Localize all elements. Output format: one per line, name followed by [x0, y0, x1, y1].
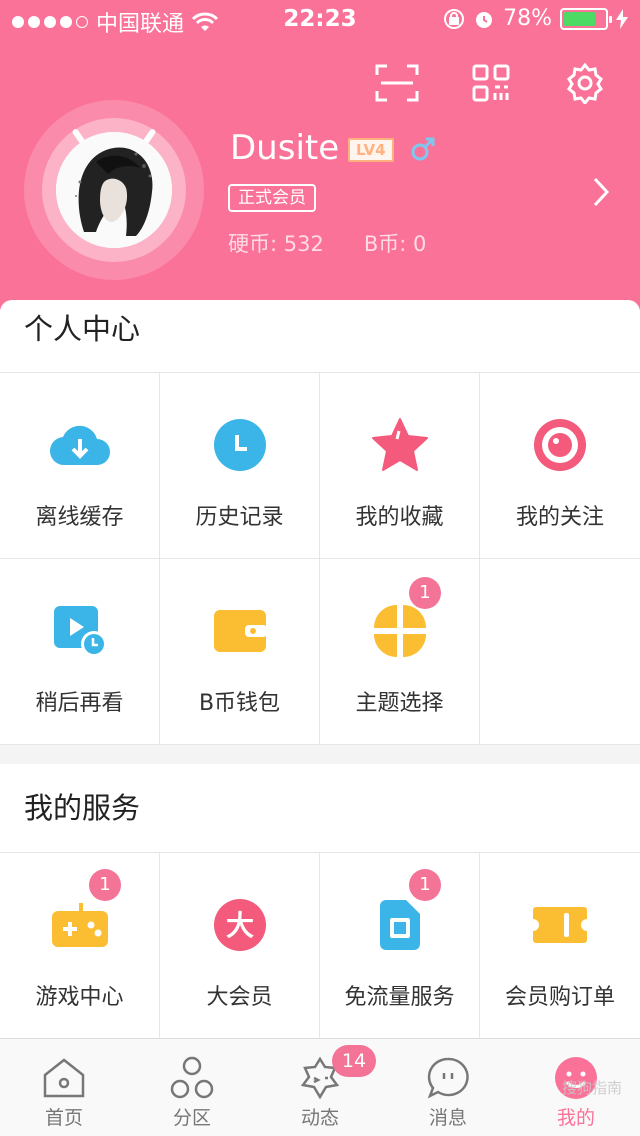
game-center-item[interactable]: 1 游戏中心: [0, 853, 160, 1039]
tab-messages[interactable]: 消息: [384, 1039, 512, 1136]
status-bar: 中国联通 22:23 78%: [0, 0, 640, 40]
battery-percent: 78%: [503, 6, 552, 31]
favorites-item[interactable]: 我的收藏: [320, 373, 480, 559]
vip-icon: 大: [208, 893, 272, 957]
big-vip-item[interactable]: 大 大会员: [160, 853, 320, 1039]
level-badge: LV4: [348, 138, 394, 162]
section-title: 个人中心: [24, 312, 141, 346]
personal-center-grid: 离线缓存 历史记录 我的收藏 我的关注 稍后再看 B币钱包 1 主题选择: [0, 372, 640, 745]
history-item[interactable]: 历史记录: [160, 373, 320, 559]
tab-category[interactable]: 分区: [128, 1039, 256, 1136]
battery-icon: [560, 7, 612, 30]
watermark: 搜狗指南: [561, 1079, 622, 1097]
bcoin-count: B币: 0: [363, 232, 427, 256]
battery-fill: [564, 11, 596, 26]
my-services-grid: 1 游戏中心 大 大会员 1 免流量服务 会员购订单: [0, 852, 640, 1039]
sim-card-icon: [368, 893, 432, 957]
coin-count: 硬币: 532: [228, 232, 324, 256]
free-data-item[interactable]: 1 免流量服务: [320, 853, 480, 1039]
avatar-frame[interactable]: [24, 100, 204, 280]
male-gender-icon: [410, 136, 436, 166]
tab-home[interactable]: 首页: [0, 1039, 128, 1136]
target-icon: [528, 413, 592, 477]
wallet-icon: [208, 599, 272, 663]
empty-cell: [480, 559, 640, 745]
gamepad-icon: [48, 893, 112, 957]
clock-icon: [208, 413, 272, 477]
message-icon: [425, 1055, 471, 1101]
following-item[interactable]: 我的关注: [480, 373, 640, 559]
rotation-lock-icon: [444, 8, 465, 29]
notification-badge: 1: [89, 869, 121, 901]
feed-count-badge: 14: [332, 1045, 376, 1077]
watch-later-icon: [48, 599, 112, 663]
offline-cache-item[interactable]: 离线缓存: [0, 373, 160, 559]
bcoin-wallet-item[interactable]: B币钱包: [160, 559, 320, 745]
cloud-download-icon: [48, 413, 112, 477]
wallet-summary: 硬币: 532 B币: 0: [228, 228, 426, 258]
member-order-item[interactable]: 会员购订单: [480, 853, 640, 1039]
notification-badge: 1: [409, 577, 441, 609]
chevron-right-icon[interactable]: [592, 176, 610, 212]
theme-item[interactable]: 1 主题选择: [320, 559, 480, 745]
screen: Dusite LV4 正式会员 硬币: 532 B币: 0 中国联通 22:23…: [0, 0, 640, 1136]
profile-header: Dusite LV4 正式会员 硬币: 532 B币: 0: [0, 0, 640, 310]
watch-later-item[interactable]: 稍后再看: [0, 559, 160, 745]
notification-badge: 1: [409, 869, 441, 901]
header-actions: [374, 60, 608, 106]
qrcode-icon[interactable]: [468, 60, 514, 106]
star-icon: [368, 413, 432, 477]
section-title: 我的服务: [24, 791, 141, 825]
home-icon: [41, 1055, 87, 1101]
tab-mine[interactable]: 我的 搜狗指南: [512, 1039, 640, 1136]
category-icon: [169, 1055, 215, 1101]
alarm-icon: [476, 11, 493, 28]
ticket-icon: [528, 893, 592, 957]
bottom-tab-bar: 首页 分区 14 动态 消息 我的 搜狗指南: [0, 1038, 640, 1136]
charging-bolt-icon: [616, 8, 628, 29]
tab-feed[interactable]: 14 动态: [256, 1039, 384, 1136]
settings-gear-icon[interactable]: [562, 60, 608, 106]
personal-center-section: 个人中心 离线缓存 历史记录 我的收藏 我的关注 稍后再看 B币钱包 1 主题选…: [0, 300, 640, 745]
vip-glyph: 大: [225, 909, 253, 942]
membership-badge: 正式会员: [228, 184, 316, 212]
scan-icon[interactable]: [374, 60, 420, 106]
my-services-section: 我的服务 1 游戏中心 大 大会员 1 免流量服务 会员购订单: [0, 764, 640, 1039]
username: Dusite: [230, 128, 340, 168]
avatar[interactable]: [56, 132, 172, 248]
